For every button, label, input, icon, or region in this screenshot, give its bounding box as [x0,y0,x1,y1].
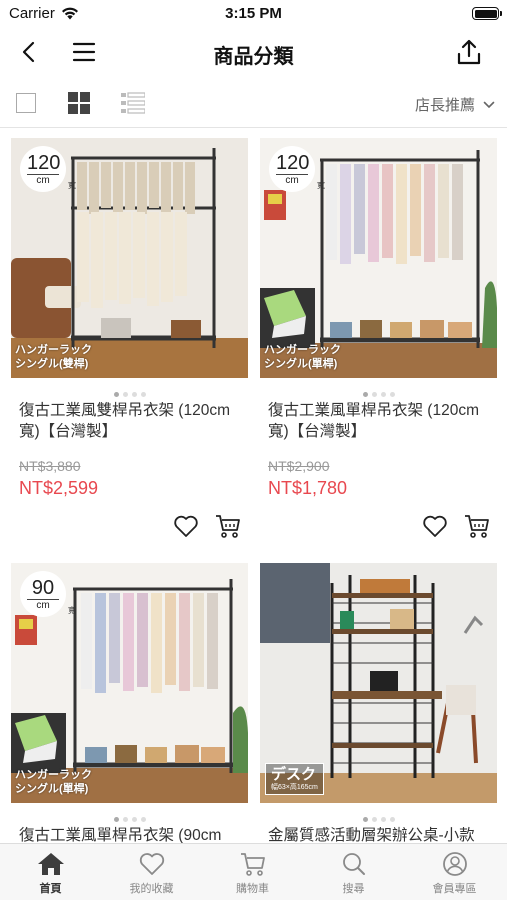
caption-line-2: シングル(單桿) [15,783,89,795]
heart-icon[interactable] [173,514,199,538]
carousel-dot [389,392,395,397]
product-image[interactable]: 90 cm 寬 ハンガーラック シングル(單桿) [11,563,248,803]
carousel-dot [113,817,119,822]
product-name[interactable]: 復古工業風雙桿吊衣架 (120cm 寬)【台灣製】 [19,400,247,442]
carousel-dots [260,809,497,822]
product-name[interactable]: 復古工業風單桿吊衣架 (120cm 寬)【台灣製】 [268,400,496,442]
caption-line-1: ハンガーラック [15,344,92,356]
tab-cart[interactable]: 購物車 [202,844,303,900]
tab-favorites[interactable]: 我的收藏 [101,844,202,900]
carousel-dot [380,817,386,822]
tab-bar: 首頁 我的收藏 購物車 搜尋 會員專區 [0,843,507,900]
image-caption: ハンガーラック シングル(單桿) [264,343,341,371]
battery-icon [472,7,502,20]
carousel-dot [371,817,377,822]
carousel-dots [260,384,497,397]
user-icon [442,852,467,876]
heart-icon[interactable] [422,514,448,538]
size-badge: 120 cm [269,146,315,192]
nav-bar: 商品分類 [0,30,507,76]
tab-label: 搜尋 [342,883,365,895]
carousel-dot [380,392,386,397]
carousel-dot [113,392,119,397]
image-caption: ハンガーラック シングル(雙桿) [15,343,92,371]
heart-icon [139,853,164,875]
carousel-dot [371,392,377,397]
product-card[interactable]: デスク 幅63×高165cm 金屬質感活動層架辦公桌-小款 [260,563,497,844]
carousel-dot [122,817,128,822]
original-price: NT$3,880 [19,458,81,474]
size-unit: cm [285,175,299,186]
product-card[interactable]: 90 cm 寬 ハンガーラック シングル(單桿) 復古工業風單桿吊衣架 (90c… [11,563,248,844]
carousel-dot [122,392,128,397]
caption-line-1: ハンガーラック [264,344,341,356]
image-caption: デスク 幅63×高165cm [265,763,324,795]
size-number: 120 [276,152,310,175]
sale-price: NT$1,780 [268,478,348,498]
search-icon [342,853,365,875]
cart-icon[interactable] [215,513,241,539]
tab-label: 首頁 [39,883,62,895]
carousel-dot [131,817,137,822]
carousel-dot [362,817,368,822]
product-card[interactable]: 120 cm 寬 ハンガーラック シングル(單桿) 復古工業風單桿吊衣架 (12… [260,138,497,538]
toolbar-divider [0,127,507,128]
sort-dropdown[interactable]: 店長推薦 [415,94,495,115]
tab-home[interactable]: 首頁 [0,844,101,900]
size-side: 寬 [68,181,76,190]
size-badge: 120 cm [20,146,66,192]
caption-line-1: ハンガーラック [15,769,92,781]
image-caption: ハンガーラック シングル(單桿) [15,768,92,796]
carousel-dot [389,817,395,822]
product-card[interactable]: 120 cm 寬 ハンガーラック シングル(雙桿) 復古工業風雙桿吊衣架 (12… [11,138,248,538]
sort-label: 店長推薦 [414,97,475,114]
list-view-icon[interactable] [121,92,145,114]
tab-label: 購物車 [236,883,269,895]
size-number: 120 [27,152,61,175]
size-unit: cm [36,600,50,611]
product-image[interactable]: 120 cm 寬 ハンガーラック シングル(單桿) [260,138,497,378]
single-view-icon[interactable] [16,93,36,113]
carousel-dots [11,809,248,822]
tab-label: 我的收藏 [129,883,174,895]
product-image[interactable]: デスク 幅63×高165cm [260,563,497,803]
caption-dimensions: 幅63×高165cm [271,784,318,791]
sale-price: NT$2,599 [19,478,99,498]
size-unit: cm [36,175,50,186]
product-image[interactable]: 120 cm 寬 ハンガーラック シングル(雙桿) [11,138,248,378]
grid-view-icon[interactable] [68,92,90,114]
carousel-dots [11,384,248,397]
caption-line-2: シングル(單桿) [264,358,338,370]
size-side: 寬 [317,181,325,190]
tab-member[interactable]: 會員專區 [404,844,505,900]
carousel-dot [140,817,146,822]
size-badge: 90 cm [20,571,66,617]
size-side: 寬 [68,606,76,615]
carousel-dot [362,392,368,397]
caption-title: デスク [271,766,317,783]
tab-search[interactable]: 搜尋 [303,844,404,900]
cart-icon [240,853,265,876]
home-icon [37,853,64,875]
original-price: NT$2,900 [268,458,330,474]
share-icon[interactable] [456,38,482,66]
status-time: 3:15 PM [225,5,282,22]
tab-label: 會員專區 [432,883,477,895]
carousel-dot [131,392,137,397]
status-bar: Carrier 3:15 PM [0,0,507,30]
size-number: 90 [27,577,59,600]
view-toolbar: 店長推薦 [0,86,507,122]
page-title: 商品分類 [213,46,294,68]
cart-icon[interactable] [464,513,490,539]
caption-line-2: シングル(雙桿) [15,358,89,370]
chevron-down-icon [483,101,495,108]
carousel-dot [140,392,146,397]
